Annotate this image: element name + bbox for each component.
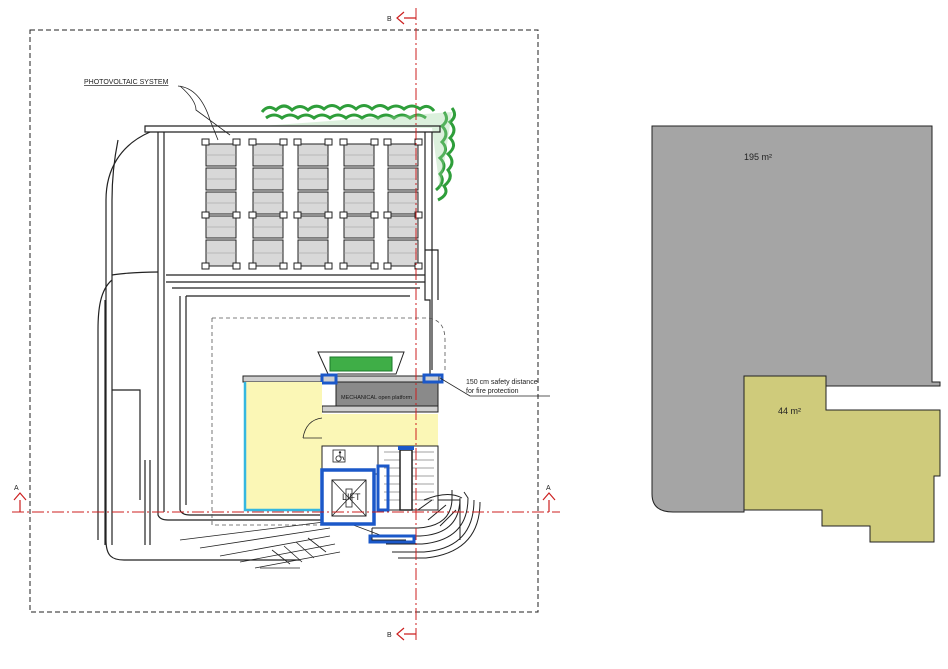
- curved-ramp: [179, 519, 381, 569]
- floor-plan: PHOTOVOLTAIC SYSTEM MECHANICAL open plat…: [12, 8, 560, 641]
- pv-column-1: [205, 143, 237, 267]
- section-a-right-label: A: [546, 485, 551, 492]
- area-diagram: 195 m² 44 m²: [651, 125, 941, 543]
- pv-column-4: [343, 143, 375, 267]
- section-b-bottom-label: B: [387, 632, 392, 639]
- planter: [317, 351, 405, 375]
- blue-landing-edge: [368, 534, 416, 544]
- drawing-canvas: PHOTOVOLTAIC SYSTEM MECHANICAL open plat…: [0, 0, 948, 664]
- section-line-b: [396, 8, 417, 641]
- pv-column-3: [297, 143, 329, 267]
- small-area-label: 44 m²: [778, 406, 801, 416]
- mechanical-label: MECHANICAL open platform: [341, 395, 412, 401]
- small-area-shape: [743, 375, 941, 543]
- pv-column-5: [387, 143, 419, 267]
- large-area-label: 195 m²: [744, 152, 772, 162]
- safety-distance-line1: 150 cm safety distance: [466, 379, 538, 386]
- pv-column-2: [252, 143, 284, 267]
- photovoltaic-array: [201, 138, 423, 270]
- wheelchair-icon: [332, 449, 346, 463]
- safety-distance-line2: for fire protection: [466, 388, 519, 395]
- lift-label: LIFT: [342, 492, 361, 502]
- photovoltaic-label: PHOTOVOLTAIC SYSTEM: [84, 79, 169, 86]
- section-b-top-label: B: [387, 16, 392, 23]
- section-a-left-label: A: [14, 485, 19, 492]
